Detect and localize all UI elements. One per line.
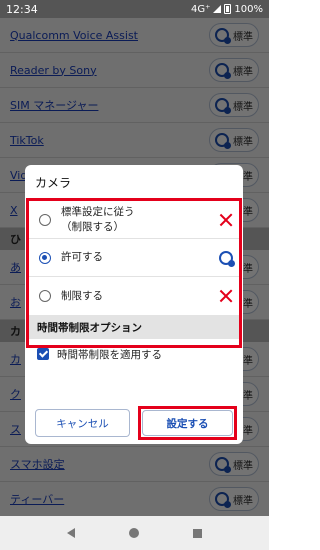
options-highlight-box: 標準設定に従う （制限する） 許可する 制限する 時間帯制限オプション 時間帯制… bbox=[26, 198, 242, 361]
time-restriction-checkbox[interactable] bbox=[37, 348, 49, 360]
recent-apps-icon[interactable] bbox=[193, 528, 202, 538]
status-time: 12:34 bbox=[6, 2, 38, 16]
signal-icon bbox=[213, 5, 222, 13]
time-restriction-checkbox-label: 時間帯制限を適用する bbox=[57, 348, 162, 361]
restrict-x-icon bbox=[219, 289, 233, 303]
radio-follow-default[interactable] bbox=[39, 213, 51, 226]
restrict-x-icon bbox=[219, 213, 233, 227]
radio-restrict[interactable] bbox=[39, 290, 51, 302]
dialog-title: カメラ bbox=[35, 176, 72, 190]
radio-allow[interactable] bbox=[39, 251, 51, 264]
confirm-highlight-box: 設定する bbox=[138, 406, 237, 440]
battery-percent: 100% bbox=[234, 3, 263, 15]
navigation-bar bbox=[0, 516, 269, 550]
set-button[interactable]: 設定する bbox=[142, 410, 233, 436]
status-bar: 12:34 4G⁺ 100% bbox=[0, 0, 269, 18]
clock-allow-icon bbox=[219, 250, 235, 267]
time-restriction-checkbox-row[interactable]: 時間帯制限を適用する bbox=[29, 339, 239, 369]
network-label: 4G⁺ bbox=[191, 3, 211, 15]
option-label: 許可する bbox=[61, 251, 103, 264]
time-restriction-section-title: 時間帯制限オプション bbox=[29, 315, 239, 339]
option-restrict[interactable]: 制限する bbox=[29, 277, 239, 315]
status-icons: 4G⁺ 100% bbox=[191, 4, 263, 15]
option-allow[interactable]: 許可する bbox=[29, 239, 239, 277]
option-follow-default[interactable]: 標準設定に従う （制限する） bbox=[29, 201, 239, 239]
battery-icon bbox=[224, 4, 232, 14]
phone-screen: 12:34 4G⁺ 100% Qualcomm Voice Assist標準Re… bbox=[0, 0, 269, 550]
home-icon[interactable] bbox=[129, 528, 139, 538]
option-label: 制限する bbox=[61, 289, 103, 302]
back-icon[interactable] bbox=[67, 528, 75, 538]
cancel-button[interactable]: キャンセル bbox=[35, 409, 130, 437]
option-label: 標準設定に従う （制限する） bbox=[61, 206, 135, 233]
camera-permission-dialog: カメラ 標準設定に従う （制限する） 許可する 制限する 時間帯制限オプション … bbox=[25, 165, 243, 444]
